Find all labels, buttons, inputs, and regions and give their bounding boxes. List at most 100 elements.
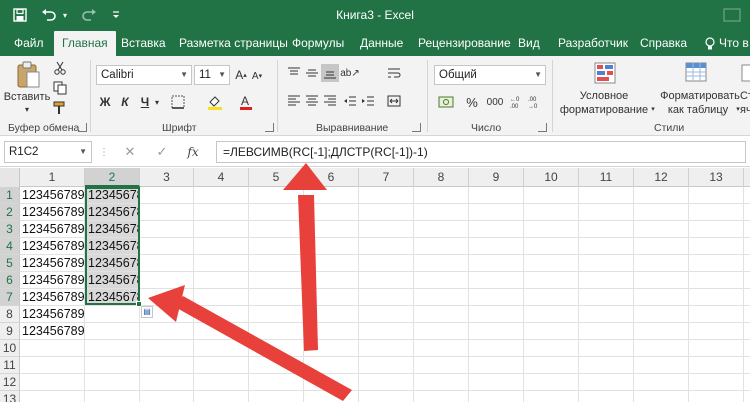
column-header-5[interactable]: 5 [249, 168, 304, 187]
row-header-7[interactable]: 7 [0, 289, 20, 306]
cell-c1[interactable]: 1234567893 [20, 221, 85, 238]
row-header-1[interactable]: 1 [0, 187, 20, 204]
align-center-icon[interactable] [303, 92, 321, 110]
column-header-9[interactable]: 9 [469, 168, 524, 187]
conditional-formatting-label2[interactable]: форматирование [558, 103, 650, 116]
underline-button[interactable]: Ч [137, 92, 153, 112]
row-header-5[interactable]: 5 [0, 255, 20, 272]
tab-formulas[interactable]: Формулы [292, 31, 344, 56]
format-as-table-label2[interactable]: как таблицу [662, 103, 734, 116]
merge-center-icon[interactable] [385, 92, 403, 110]
decrease-decimal-icon[interactable]: .00 →0 [528, 93, 544, 111]
insert-function-button[interactable]: fx [184, 144, 202, 160]
column-header-11[interactable]: 11 [579, 168, 634, 187]
align-middle-icon[interactable] [303, 64, 321, 82]
row-header-2[interactable]: 2 [0, 204, 20, 221]
column-header-13[interactable]: 13 [689, 168, 744, 187]
paste-button[interactable]: Вставить [4, 90, 51, 104]
cell-c1[interactable]: 1234567891 [20, 187, 85, 204]
format-as-table-icon[interactable] [683, 60, 709, 86]
decrease-font-icon[interactable]: A ▾ [250, 68, 264, 84]
format-painter-icon[interactable] [52, 100, 68, 116]
align-right-icon[interactable] [321, 92, 339, 110]
decrease-indent-icon[interactable] [341, 92, 359, 110]
currency-icon[interactable] [436, 93, 458, 111]
increase-indent-icon[interactable] [359, 92, 377, 110]
font-size-select[interactable]: 11 ▼ [194, 65, 230, 85]
tell-me-search[interactable]: Что в [705, 31, 749, 56]
tab-insert[interactable]: Вставка [121, 31, 166, 56]
cell-c1[interactable]: 1234567896 [20, 272, 85, 289]
number-launcher-icon[interactable] [538, 123, 547, 132]
cell-c1[interactable]: 123456789 [20, 306, 85, 323]
increase-font-icon[interactable]: A ▴ [234, 66, 248, 84]
column-header-8[interactable]: 8 [414, 168, 469, 187]
align-top-icon[interactable] [285, 64, 303, 82]
font-launcher-icon[interactable] [265, 123, 274, 132]
enter-entry-button[interactable]: ✓ [154, 144, 170, 160]
conditional-formatting-icon[interactable] [592, 60, 618, 86]
font-name-select[interactable]: Calibri ▼ [96, 65, 192, 85]
column-header-12[interactable]: 12 [634, 168, 689, 187]
cell-styles-label1[interactable]: Ст [740, 89, 750, 102]
tab-file[interactable]: Файл [14, 31, 44, 56]
cut-icon[interactable] [52, 60, 68, 76]
quick-analysis-icon[interactable]: ▤ [141, 306, 153, 318]
column-header-10[interactable]: 10 [524, 168, 579, 187]
formula-input[interactable]: =ЛЕВСИМВ(RC[-1];ДЛСТР(RC[-1])-1) [216, 141, 746, 163]
cell-c1[interactable]: 123456789 [20, 323, 85, 340]
align-bottom-icon[interactable] [321, 64, 339, 82]
copy-icon[interactable] [52, 80, 68, 96]
cell-c1[interactable]: 1234567897 [20, 289, 85, 306]
column-header-6[interactable]: 6 [304, 168, 359, 187]
column-header-1[interactable]: 1 [20, 168, 85, 187]
select-all-corner[interactable] [0, 168, 20, 187]
row-header-4[interactable]: 4 [0, 238, 20, 255]
tab-page-layout[interactable]: Разметка страницы [179, 31, 288, 56]
clipboard-launcher-icon[interactable] [78, 123, 87, 132]
ribbon-display-icon[interactable] [720, 7, 744, 23]
tab-home[interactable]: Главная [54, 31, 116, 56]
row-header-13[interactable]: 13 [0, 391, 20, 402]
number-format-select[interactable]: Общий ▼ [434, 65, 546, 85]
paste-icon[interactable] [10, 60, 46, 90]
format-as-table-label1[interactable]: Форматировать [660, 89, 740, 102]
column-header-3[interactable]: 3 [140, 168, 194, 187]
cell-c1[interactable]: 1234567892 [20, 204, 85, 221]
tab-review[interactable]: Рецензирование [418, 31, 511, 56]
paste-dropdown-icon[interactable]: ▾ [22, 104, 32, 114]
orientation-icon[interactable]: ab↗ [340, 64, 360, 82]
bold-button[interactable]: Ж [97, 92, 113, 112]
thousands-separator-button[interactable]: 000 [484, 93, 506, 111]
cell-c1[interactable]: 1234567894 [20, 238, 85, 255]
more-options-icon[interactable]: ⋮ [98, 145, 110, 159]
chevron-down-icon[interactable]: ▾ [649, 104, 657, 114]
row-header-11[interactable]: 11 [0, 357, 20, 374]
conditional-formatting-label1[interactable]: Условное [562, 89, 646, 102]
percent-button[interactable]: % [465, 93, 479, 111]
cell-c1[interactable]: 1234567895 [20, 255, 85, 272]
row-header-8[interactable]: 8 [0, 306, 20, 323]
column-header-4[interactable]: 4 [194, 168, 249, 187]
name-box[interactable]: R1C2 ▼ [4, 141, 92, 163]
wrap-text-icon[interactable] [385, 64, 403, 82]
row-header-3[interactable]: 3 [0, 221, 20, 238]
borders-icon[interactable] [168, 93, 188, 111]
column-header-2[interactable]: 2 [85, 168, 140, 187]
row-header-12[interactable]: 12 [0, 374, 20, 391]
cell-styles-label2[interactable]: яче [740, 103, 750, 116]
font-color-icon[interactable]: A [236, 93, 256, 111]
tab-view[interactable]: Вид [518, 31, 540, 56]
cell-styles-icon[interactable] [741, 60, 750, 86]
tab-developer[interactable]: Разработчик [558, 31, 628, 56]
row-header-6[interactable]: 6 [0, 272, 20, 289]
underline-dropdown-icon[interactable]: ▾ [153, 96, 161, 108]
alignment-launcher-icon[interactable] [412, 123, 421, 132]
italic-button[interactable]: К [117, 92, 133, 112]
align-left-icon[interactable] [285, 92, 303, 110]
column-header-7[interactable]: 7 [359, 168, 414, 187]
tab-help[interactable]: Справка [640, 31, 687, 56]
fill-color-icon[interactable] [205, 93, 225, 111]
increase-decimal-icon[interactable]: ←0.00 [510, 93, 526, 111]
cancel-entry-button[interactable]: ✕ [122, 144, 138, 160]
